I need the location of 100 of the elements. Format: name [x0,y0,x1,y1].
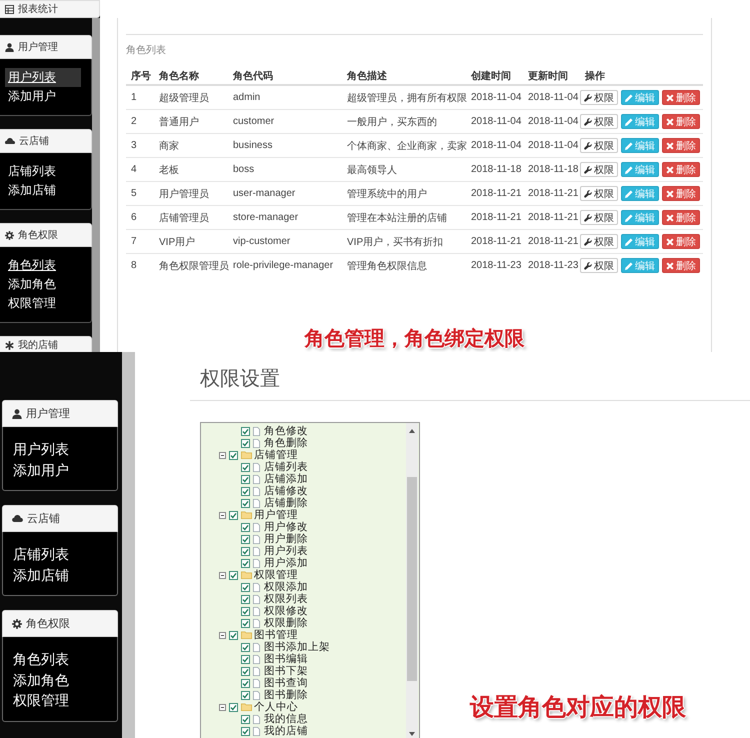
privilege-button[interactable]: 权限 [580,90,618,105]
scroll-down-icon[interactable] [409,732,415,736]
tree-label[interactable]: 图书查询 [264,677,308,689]
checkbox[interactable] [229,510,238,520]
delete-button[interactable]: 删除 [662,138,700,153]
checkbox[interactable] [241,726,250,736]
sidebar-link[interactable]: 添加角色 [5,275,81,294]
privilege-button[interactable]: 权限 [580,162,618,177]
checkbox[interactable] [241,558,250,568]
scrollbar-thumb[interactable] [407,477,417,681]
checkbox[interactable] [241,486,250,496]
delete-button[interactable]: 删除 [662,90,700,105]
sidebar-link[interactable]: 角色列表 [5,256,81,275]
tree-label[interactable]: 图书编辑 [264,653,308,665]
tree-label[interactable]: 角色修改 [264,425,308,437]
checkbox[interactable] [241,522,250,532]
sidebar-link[interactable]: 添加店铺 [13,564,69,585]
tree-label[interactable]: 用户修改 [264,521,308,533]
privilege-button[interactable]: 权限 [580,186,618,201]
tree-label[interactable]: 我的店铺 [264,725,308,737]
checkbox[interactable] [241,606,250,616]
delete-button[interactable]: 删除 [662,162,700,177]
collapse-icon[interactable] [219,512,226,518]
checkbox[interactable] [241,582,250,592]
delete-button[interactable]: 删除 [662,234,700,249]
sidebar-link[interactable]: 权限管理 [13,690,69,710]
privilege-button[interactable]: 权限 [580,234,618,249]
checkbox[interactable] [241,426,250,436]
checkbox[interactable] [241,462,250,472]
sidebar-link[interactable]: 权限管理 [5,294,81,313]
table-cell: 超级管理员，拥有所有权限 [342,85,466,110]
sidebar-link[interactable]: 添加用户 [13,460,69,480]
sidebar-link[interactable]: 店铺列表 [5,162,81,181]
sidebar-link[interactable]: 用户列表 [13,439,69,460]
collapse-icon[interactable] [219,452,226,458]
tree-label[interactable]: 用户列表 [264,545,308,557]
sidebar-link[interactable]: 店铺列表 [13,544,69,564]
privilege-button[interactable]: 权限 [580,258,618,273]
sidebar-link[interactable]: 用户列表 [5,68,81,87]
tree-label[interactable]: 图书管理 [254,629,298,641]
delete-button[interactable]: 删除 [662,186,700,201]
tree-label[interactable]: 店铺管理 [254,449,298,461]
checkbox[interactable] [241,498,250,508]
checkbox[interactable] [241,474,250,484]
tree-label[interactable]: 角色删除 [264,437,308,449]
table-cell: 2018-11-21 [466,182,523,206]
tree-label[interactable]: 权限删除 [264,617,308,629]
panel-title: 角色权限 [18,228,58,242]
checkbox[interactable] [241,678,250,688]
tree-label[interactable]: 店铺添加 [264,473,308,485]
tree-label[interactable]: 店铺列表 [264,461,308,473]
checkbox[interactable] [241,714,250,724]
privilege-button[interactable]: 权限 [580,114,618,129]
checkbox[interactable] [241,438,250,448]
tree-label[interactable]: 店铺删除 [264,497,308,509]
tree-label[interactable]: 用户删除 [264,533,308,545]
sidebar-link[interactable]: 添加店铺 [5,181,81,200]
scroll-up-icon[interactable] [409,429,415,433]
checkbox[interactable] [241,546,250,556]
close-icon [666,166,674,174]
privilege-button[interactable]: 权限 [580,138,618,153]
sidebar-link[interactable]: 添加用户 [5,87,81,106]
checkbox[interactable] [241,534,250,544]
delete-button[interactable]: 删除 [662,258,700,273]
tree-label[interactable]: 用户添加 [264,557,308,569]
collapse-icon[interactable] [219,632,226,638]
tree-label[interactable]: 图书下架 [264,665,308,677]
collapse-icon[interactable] [219,572,226,578]
privilege-button[interactable]: 权限 [580,210,618,225]
checkbox[interactable] [229,702,238,712]
tree-label[interactable]: 图书删除 [264,689,308,701]
checkbox[interactable] [229,630,238,640]
table-cell: 7 [126,230,154,254]
checkbox[interactable] [241,642,250,652]
tree-label[interactable]: 权限列表 [264,593,308,605]
collapse-icon[interactable] [219,704,226,710]
delete-button[interactable]: 删除 [662,210,700,225]
tree-label[interactable]: 店铺修改 [264,485,308,497]
sidebar-link[interactable]: 添加角色 [13,670,69,690]
column-header: 角色描述 [342,67,466,85]
tree-label[interactable]: 图书添加上架 [264,641,330,653]
checkbox[interactable] [241,594,250,604]
checkbox[interactable] [241,654,250,664]
scrollbar[interactable] [406,423,418,738]
tree-label[interactable]: 我的信息 [264,713,308,725]
checkbox[interactable] [241,618,250,628]
tree-label[interactable]: 用户管理 [254,509,298,521]
tree-label[interactable]: 权限管理 [254,569,298,581]
tree-label[interactable]: 个人中心 [254,701,298,713]
checkbox[interactable] [241,666,250,676]
delete-button[interactable]: 删除 [662,114,700,129]
tree-label[interactable]: 权限添加 [264,581,308,593]
panel-title: 云店铺 [19,134,49,148]
scrollbar[interactable] [122,352,135,738]
checkbox[interactable] [241,690,250,700]
checkbox[interactable] [229,570,238,580]
checkbox[interactable] [229,450,238,460]
scrollbar[interactable] [92,18,100,352]
sidebar-link[interactable]: 角色列表 [13,649,69,670]
tree-label[interactable]: 权限修改 [264,605,308,617]
